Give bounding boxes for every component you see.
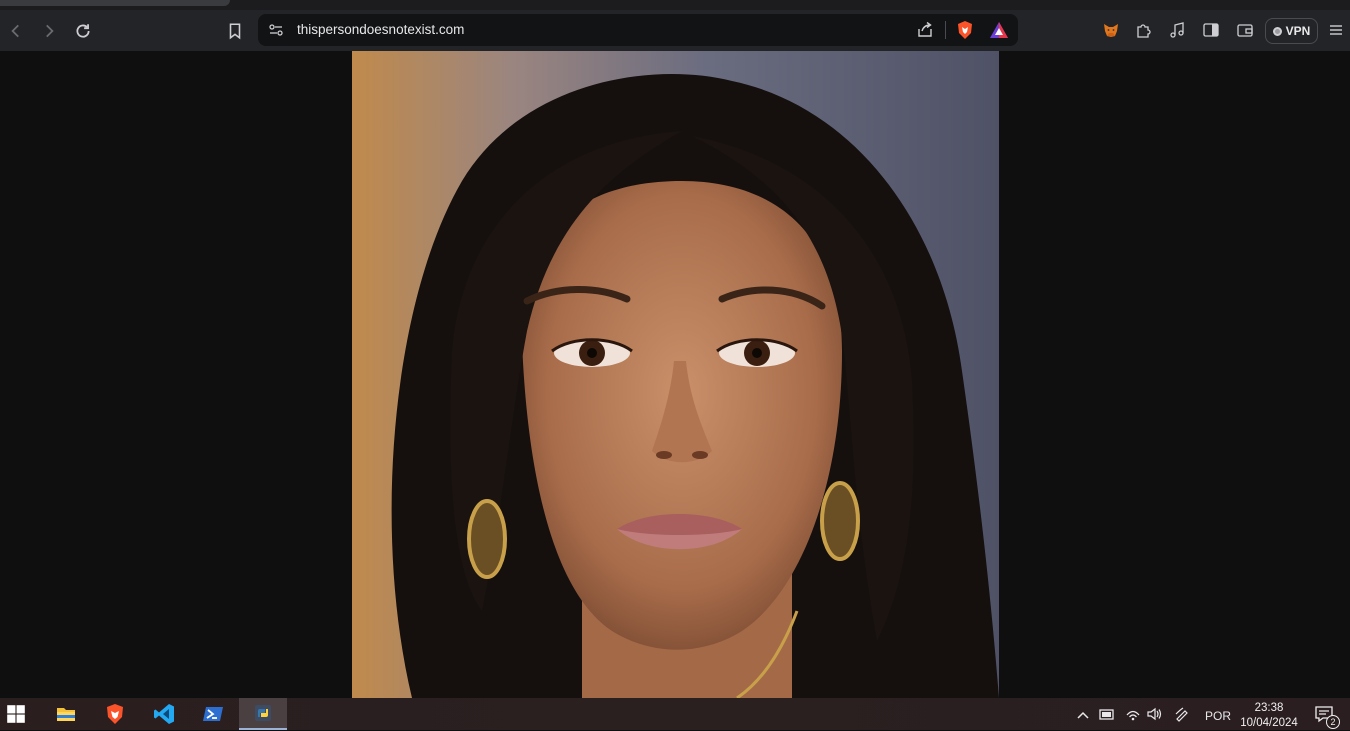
taskbar-brave[interactable] — [91, 698, 139, 730]
hamburger-menu-icon — [1330, 25, 1342, 35]
page-viewport — [0, 51, 1350, 698]
windows-logo-icon — [7, 705, 25, 723]
active-tab[interactable] — [0, 0, 230, 6]
site-settings-icon[interactable] — [268, 22, 284, 38]
vpn-button[interactable]: VPN — [1265, 18, 1318, 44]
back-button[interactable] — [5, 20, 27, 42]
wifi-icon — [1126, 710, 1140, 721]
chevron-right-icon — [46, 24, 54, 38]
chevron-up-icon — [1077, 711, 1089, 719]
bookmark-button[interactable] — [224, 20, 246, 42]
metamask-fox-icon — [1104, 24, 1118, 37]
metamask-extension[interactable] — [1101, 20, 1121, 40]
notifications-button[interactable]: 2 — [1314, 705, 1340, 729]
battery-tray-button[interactable] — [1099, 706, 1115, 725]
browser-toolbar: thispersondoesnotexist.com VPN — [0, 10, 1350, 51]
taskbar-python[interactable] — [239, 698, 287, 730]
language-indicator[interactable]: POR — [1205, 709, 1231, 723]
start-button[interactable] — [0, 698, 40, 730]
speaker-icon — [1147, 707, 1162, 721]
clock-date: 10/04/2024 — [1240, 717, 1298, 729]
forward-button[interactable] — [38, 20, 60, 42]
url-text[interactable]: thispersondoesnotexist.com — [297, 22, 464, 37]
taskbar-vscode[interactable] — [140, 698, 188, 730]
clock[interactable]: 23:38 10/04/2024 — [1236, 701, 1302, 731]
pen-icon — [1175, 707, 1188, 722]
show-hidden-icons-button[interactable] — [1075, 707, 1091, 726]
bookmark-icon — [229, 23, 241, 40]
portrait-illustration — [352, 51, 999, 698]
chevron-left-icon — [11, 24, 19, 38]
python-icon — [255, 705, 271, 721]
wallet-button[interactable] — [1235, 20, 1255, 40]
brave-shields-icon[interactable] — [956, 20, 974, 40]
reload-button[interactable] — [72, 20, 94, 42]
taskbar-file-explorer[interactable] — [42, 698, 90, 730]
volume-tray-button[interactable] — [1146, 706, 1162, 725]
clock-time: 23:38 — [1254, 702, 1284, 714]
media-button[interactable] — [1167, 20, 1187, 40]
pen-tray-button[interactable] — [1174, 706, 1190, 725]
share-icon[interactable] — [916, 21, 934, 39]
music-note-icon — [1170, 22, 1184, 38]
extensions-button[interactable] — [1134, 20, 1154, 40]
sidebar-icon — [1203, 23, 1219, 37]
vpn-status-icon — [1272, 26, 1282, 36]
sidebar-button[interactable] — [1201, 20, 1221, 40]
network-tray-button[interactable] — [1125, 706, 1141, 725]
puzzle-icon — [1137, 24, 1151, 38]
brave-lion-icon — [107, 704, 123, 724]
notification-count-badge: 2 — [1326, 715, 1340, 729]
url-separator — [945, 21, 946, 39]
windows-taskbar: POR 23:38 10/04/2024 2 — [0, 698, 1350, 730]
wallet-icon — [1237, 24, 1253, 37]
vscode-icon — [154, 704, 174, 724]
portrait-image — [352, 51, 999, 698]
address-bar[interactable]: thispersondoesnotexist.com — [258, 14, 1018, 46]
reload-icon — [76, 24, 90, 38]
powershell-icon — [203, 707, 223, 721]
vpn-label: VPN — [1285, 24, 1311, 38]
folder-icon — [57, 708, 75, 721]
battery-icon — [1099, 709, 1114, 720]
taskbar-powershell[interactable] — [189, 698, 237, 730]
brave-rewards-icon[interactable] — [989, 21, 1009, 39]
main-menu-button[interactable] — [1326, 20, 1346, 40]
tab-strip — [0, 0, 1350, 10]
